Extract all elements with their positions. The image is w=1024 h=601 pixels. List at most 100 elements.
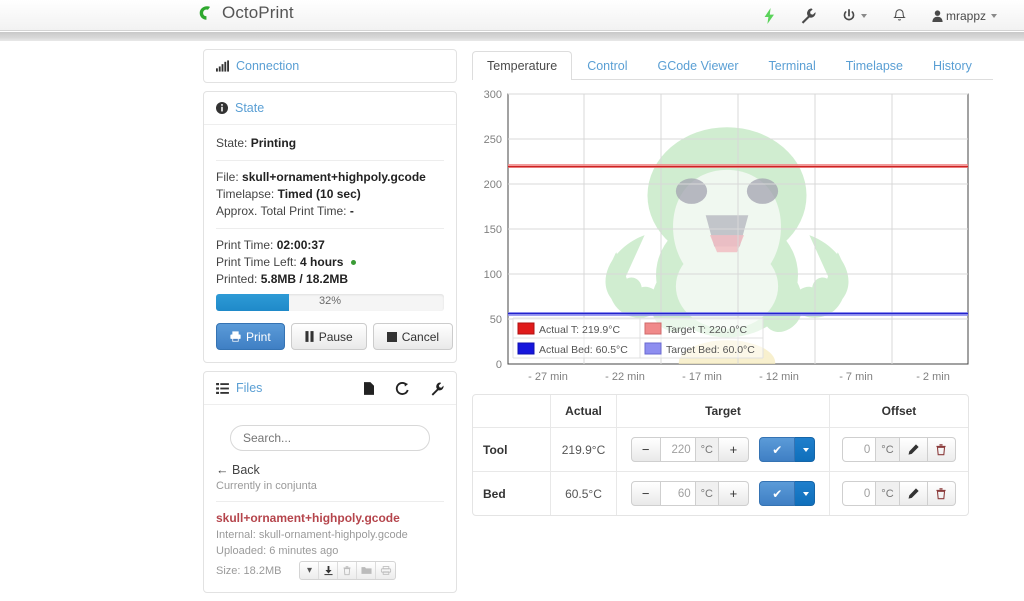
print-button[interactable]: Print — [216, 323, 285, 350]
file-icon[interactable] — [364, 381, 374, 395]
tab-temperature[interactable]: Temperature — [472, 51, 573, 80]
tool-target-input[interactable] — [660, 437, 695, 462]
chevron-down-icon[interactable]: ▾ — [300, 562, 320, 579]
state-file-label: File: — [216, 170, 239, 184]
state-title: State — [235, 101, 265, 115]
files-header: Files — [204, 372, 456, 405]
trash-icon[interactable] — [338, 562, 358, 579]
svg-text:Target T: 220.0°C: Target T: 220.0°C — [666, 324, 747, 336]
svg-text:- 2 min: - 2 min — [916, 371, 950, 383]
file-internal-value: skull-ornament-highpoly.gcode — [258, 529, 408, 541]
search-input[interactable] — [230, 425, 430, 451]
power-icon[interactable] — [829, 0, 880, 31]
file-internal-label: Internal: — [216, 529, 256, 541]
file-name[interactable]: skull+ornament+highpoly.gcode — [216, 511, 444, 525]
tab-bar: Temperature Control GCode Viewer Termina… — [472, 49, 993, 80]
svg-text:- 7 min: - 7 min — [839, 371, 873, 383]
tool-offset-delete-button[interactable] — [927, 437, 956, 462]
back-arrow-icon: ← — [216, 463, 229, 477]
wrench-icon[interactable] — [788, 0, 829, 31]
tab-gcode-viewer[interactable]: GCode Viewer — [642, 51, 753, 80]
svg-text:200: 200 — [484, 179, 502, 191]
files-panel: Files ← Back Currently — [203, 371, 457, 593]
tool-target-increment[interactable]: + — [718, 437, 749, 462]
tool-set-button[interactable]: ✔ — [759, 437, 796, 462]
bed-offset-group: °C — [842, 481, 956, 506]
navbar-right: mrappz — [751, 0, 1010, 31]
state-printed-label: Printed: — [216, 272, 258, 286]
power-bolt-icon[interactable] — [751, 0, 788, 31]
user-name: mrappz — [945, 8, 986, 23]
trash-icon — [936, 488, 946, 500]
back-label: Back — [231, 463, 260, 477]
pause-icon — [305, 331, 314, 342]
brand-text: OctoPrint — [222, 3, 294, 22]
bed-set-dropdown[interactable] — [795, 481, 816, 506]
refresh-icon[interactable] — [395, 381, 409, 395]
bed-offset-delete-button[interactable] — [927, 481, 956, 506]
pencil-icon — [908, 444, 919, 455]
temperature-chart[interactable]: 300 250 200 150 100 50 0 Actual T: 219.9… — [472, 89, 993, 383]
print-controls: Print Pause Cancel — [216, 323, 454, 350]
state-printed-line: Printed: 5.8MB / 18.2MB — [216, 271, 444, 288]
bed-offset-input[interactable] — [842, 481, 877, 506]
file-uploaded: Uploaded: 6 minutes ago — [216, 545, 444, 557]
tool-set-dropdown[interactable] — [795, 437, 816, 462]
print-progress-label: 32% — [318, 295, 342, 307]
bell-icon[interactable] — [880, 0, 919, 31]
tab-history[interactable]: History — [918, 51, 987, 80]
bed-target-stepper: − °C + — [630, 481, 749, 506]
folder-icon[interactable] — [357, 562, 377, 579]
cancel-button[interactable]: Cancel — [372, 323, 454, 350]
state-header[interactable]: State — [204, 92, 456, 125]
tool-offset-cell: °C — [829, 428, 968, 472]
divider — [216, 228, 444, 229]
download-icon[interactable] — [319, 562, 339, 579]
svg-text:0: 0 — [496, 359, 502, 371]
files-title: Files — [236, 381, 263, 395]
svg-text:250: 250 — [484, 134, 502, 146]
chevron-down-icon — [991, 13, 997, 18]
print-icon[interactable] — [376, 562, 395, 579]
tool-set-group: ✔ — [759, 437, 816, 462]
bed-set-button[interactable]: ✔ — [759, 481, 796, 506]
table-header-row: Actual Target Offset — [473, 395, 968, 428]
files-body: ← Back Currently in conjunta skull+ornam… — [204, 405, 456, 592]
bed-target-cell: − °C + ✔ — [617, 472, 830, 515]
left-column: Connection State State: Printing File: s… — [203, 49, 457, 601]
tool-offset-input[interactable] — [842, 437, 877, 462]
tab-control[interactable]: Control — [572, 51, 642, 80]
svg-text:- 22 min: - 22 min — [605, 371, 645, 383]
connection-header[interactable]: Connection — [204, 50, 456, 82]
bed-target-decrement[interactable]: − — [630, 481, 661, 506]
bed-target-input[interactable] — [660, 481, 695, 506]
row-label-bed: Bed — [473, 472, 551, 515]
bed-offset-edit-button[interactable] — [899, 481, 928, 506]
tab-timelapse[interactable]: Timelapse — [831, 51, 918, 80]
pause-button-label: Pause — [318, 329, 353, 344]
col-actual: Actual — [551, 395, 617, 428]
chart-x-axis: - 27 min - 22 min - 17 min - 12 min - 7 … — [528, 371, 950, 383]
tool-offset-group: °C — [842, 437, 956, 462]
brand[interactable]: OctoPrint — [197, 3, 294, 23]
file-internal: Internal: skull-ornament-highpoly.gcode — [216, 529, 444, 541]
pencil-icon — [908, 488, 919, 499]
svg-text:300: 300 — [484, 89, 502, 101]
tool-target-decrement[interactable]: − — [630, 437, 661, 462]
state-printtimeleft-value: 4 hours — [300, 255, 344, 269]
printer-icon — [230, 331, 241, 342]
state-timelapse-value: Timed (10 sec) — [277, 187, 361, 201]
pause-button[interactable]: Pause — [290, 323, 367, 350]
tab-terminal[interactable]: Terminal — [754, 51, 831, 80]
estimate-quality-dot — [350, 260, 356, 266]
wrench-icon[interactable] — [431, 381, 444, 396]
list-item[interactable]: skull+ornament+highpoly.gcode Internal: … — [216, 501, 444, 580]
back-link[interactable]: ← Back — [216, 463, 444, 477]
tool-offset-edit-button[interactable] — [899, 437, 928, 462]
connection-title: Connection — [236, 59, 300, 73]
state-approx-label: Approx. Total Print Time: — [216, 204, 347, 218]
state-printtimeleft-label: Print Time Left: — [216, 255, 297, 269]
chevron-down-icon — [802, 491, 809, 496]
user-menu[interactable]: mrappz — [919, 0, 1010, 31]
bed-target-increment[interactable]: + — [718, 481, 749, 506]
